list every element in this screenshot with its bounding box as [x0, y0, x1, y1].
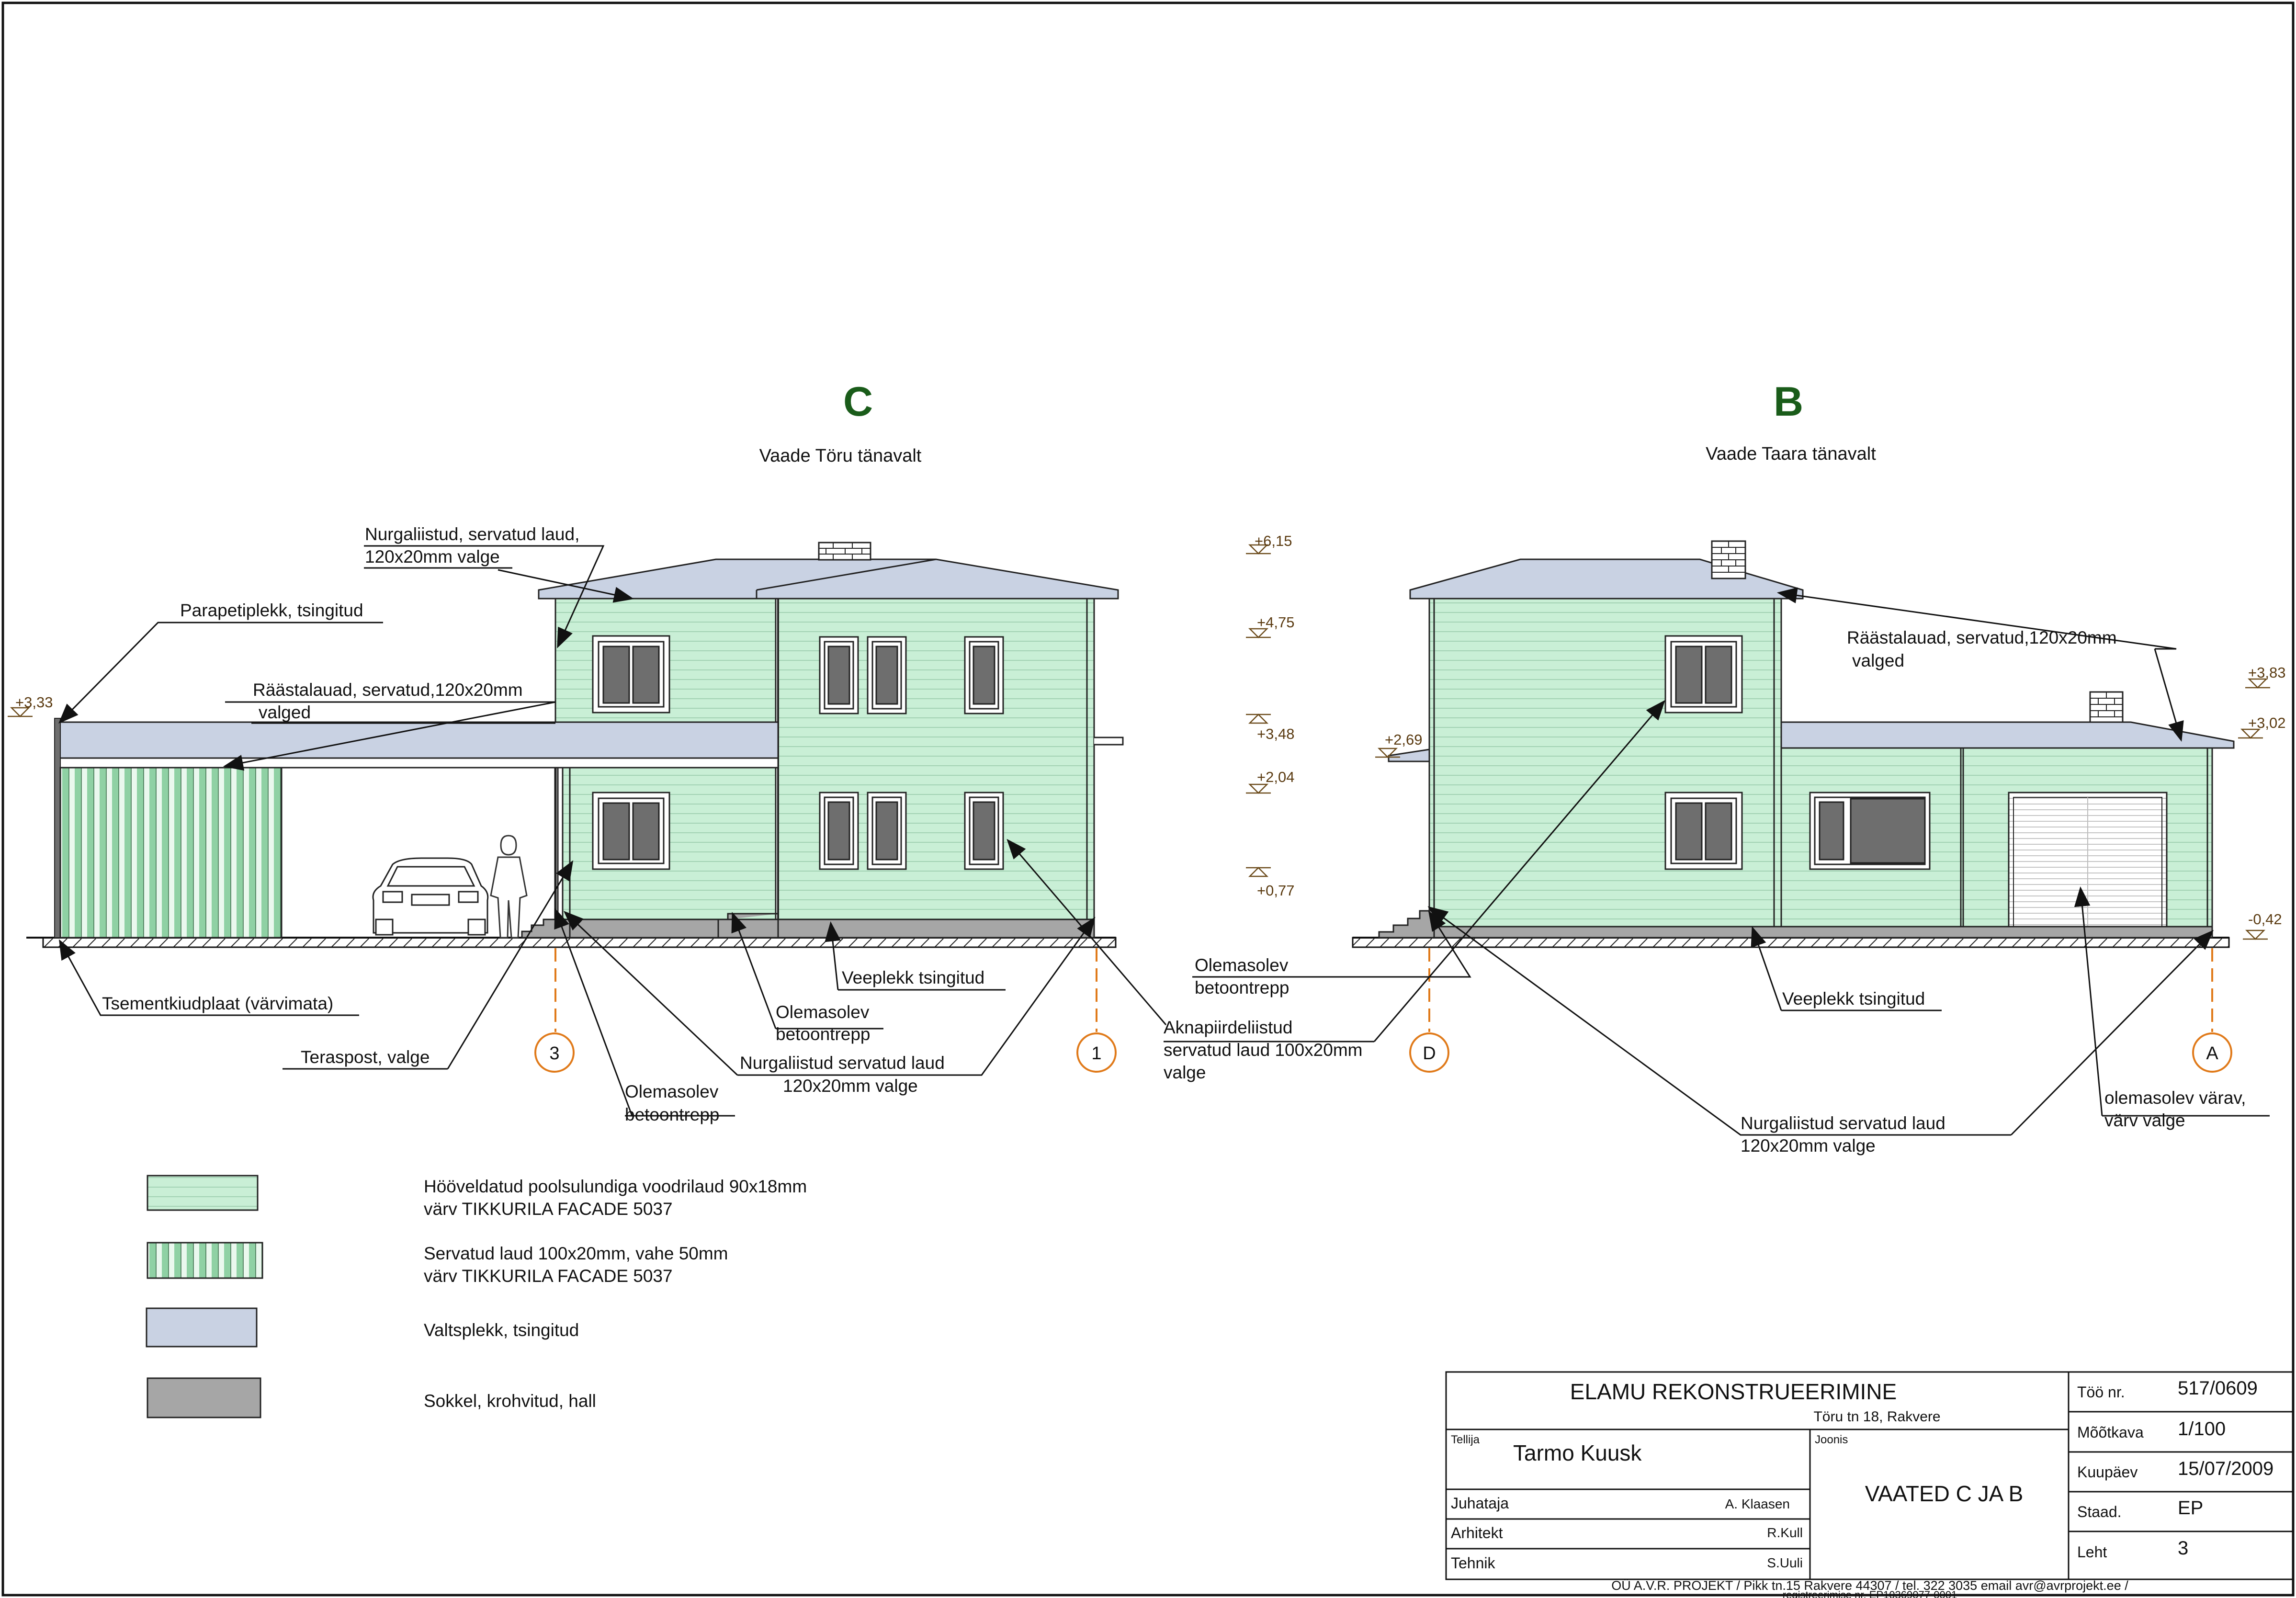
svg-text:Kuupäev: Kuupäev — [2077, 1463, 2138, 1481]
svg-text:valged: valged — [1852, 651, 1904, 670]
sheet-number: 3 — [2178, 1538, 2188, 1559]
svg-text:betoontrepp: betoontrepp — [1195, 978, 1289, 997]
view-b-subtitle: Vaade Taara tänavalt — [1706, 444, 1876, 464]
svg-text:Räästalauad, servatud,120x20mm: Räästalauad, servatud,120x20mm — [1847, 628, 2117, 647]
project-address: Töru tn 18, Rakvere — [1813, 1409, 1940, 1425]
axis-label-d: D — [1423, 1043, 1436, 1064]
c-carport-roof — [57, 721, 779, 759]
svg-text:Parapetiplekk, tsingitud: Parapetiplekk, tsingitud — [180, 601, 363, 620]
client-name: Tarmo Kuusk — [1513, 1440, 1642, 1465]
svg-text:+3,83: +3,83 — [2248, 664, 2285, 681]
svg-text:Tehnik: Tehnik — [1451, 1554, 1496, 1572]
legend-label-1b: värv TIKKURILA FACADE 5037 — [424, 1199, 673, 1219]
view-c-subtitle: Vaade Töru tänavalt — [759, 446, 922, 466]
svg-text:Olemasolev: Olemasolev — [1195, 955, 1289, 975]
title-block-texts: ELAMU REKONSTRUEERIMINE Töru tn 18, Rakv… — [1451, 1378, 2273, 1598]
b-wide-window — [1809, 792, 1931, 870]
svg-text:+2,69: +2,69 — [1385, 731, 1422, 748]
svg-text:120x20mm valge: 120x20mm valge — [783, 1076, 918, 1096]
svg-text:Tellija: Tellija — [1451, 1433, 1480, 1446]
svg-text:+4,75: +4,75 — [1257, 614, 1294, 631]
svg-text:A. Klaasen: A. Klaasen — [1725, 1496, 1790, 1511]
scale-value: 1/100 — [2178, 1418, 2226, 1439]
svg-text:Aknapiirdeliistud: Aknapiirdeliistud — [1164, 1018, 1292, 1037]
ground-hatch-b — [1352, 937, 2230, 948]
svg-text:Teraspost, valge: Teraspost, valge — [301, 1047, 430, 1067]
elevation-drawing-sheet: C Vaade Töru tänavalt 3 1 +6,15 +4,75 +3… — [1, 1, 2295, 1598]
svg-text:betoontrepp: betoontrepp — [776, 1024, 871, 1044]
axis-label-a: A — [2206, 1043, 2218, 1064]
date-value: 15/07/2009 — [2178, 1458, 2273, 1479]
svg-text:valge: valge — [1164, 1063, 1206, 1082]
svg-text:Arhitekt: Arhitekt — [1451, 1524, 1503, 1541]
svg-text:värv valge: värv valge — [2104, 1111, 2185, 1130]
svg-text:120x20mm valge: 120x20mm valge — [1741, 1136, 1876, 1156]
svg-text:Olemasolev: Olemasolev — [625, 1082, 719, 1101]
svg-text:+3,48: +3,48 — [1257, 725, 1294, 742]
legend-label-2b: värv TIKKURILA FACADE 5037 — [424, 1266, 673, 1286]
svg-text:+3,33: +3,33 — [15, 694, 53, 711]
svg-text:Töö nr.: Töö nr. — [2077, 1383, 2125, 1401]
b-plinth — [1433, 926, 2213, 939]
person-silhouette — [490, 835, 528, 939]
svg-text:valged: valged — [259, 703, 311, 722]
c-roof — [538, 558, 1119, 600]
view-b-elevation: B Vaade Taara tänavalt D A +2,69 +3,83 +… — [1164, 379, 2285, 1156]
drawing-name: VAATED C JA B — [1865, 1481, 2024, 1506]
footer-registration: registreerimise nr. EP10369077-0001 — [1783, 1589, 1957, 1598]
svg-text:Juhataja: Juhataja — [1451, 1495, 1509, 1512]
view-c-elevation: C Vaade Töru tänavalt 3 1 +6,15 +4,75 +3… — [7, 379, 1362, 1124]
svg-text:Veeplekk tsingitud: Veeplekk tsingitud — [1782, 989, 1925, 1009]
c-slatted-screen — [59, 767, 283, 939]
svg-text:Joonis: Joonis — [1815, 1433, 1848, 1446]
material-legend: Hööveldatud poolsulundiga voodrilaud 90x… — [146, 1175, 807, 1418]
svg-text:olemasolev värav,: olemasolev värav, — [2104, 1088, 2246, 1108]
svg-text:Olemasolev: Olemasolev — [776, 1002, 870, 1022]
b-stairs — [1378, 910, 1435, 939]
legend-label-4: Sokkel, krohvitud, hall — [424, 1391, 596, 1411]
svg-text:+3,02: +3,02 — [2248, 714, 2285, 731]
project-title: ELAMU REKONSTRUEERIMINE — [1570, 1379, 1897, 1404]
axis-label-1: 1 — [1091, 1043, 1101, 1064]
svg-text:Veeplekk tsingitud: Veeplekk tsingitud — [842, 968, 984, 987]
legend-label-3: Valtsplekk, tsingitud — [424, 1320, 579, 1340]
svg-text:Nurgaliistud servatud laud: Nurgaliistud servatud laud — [1741, 1113, 1945, 1133]
svg-text:S.Uuli: S.Uuli — [1767, 1555, 1803, 1570]
view-c-letter: C — [843, 379, 873, 425]
svg-text:-0,42: -0,42 — [2248, 911, 2282, 928]
svg-text:Räästalauad, servatud,120x20mm: Räästalauad, servatud,120x20mm — [253, 680, 523, 700]
svg-text:+2,04: +2,04 — [1257, 769, 1294, 785]
view-b-letter: B — [1774, 379, 1803, 425]
svg-text:Nurgaliistud, servatud laud,: Nurgaliistud, servatud laud, — [365, 524, 579, 544]
b-garage-roof — [1780, 721, 2235, 749]
svg-text:Tsementkiudplaat (värvimata): Tsementkiudplaat (värvimata) — [102, 994, 333, 1013]
legend-swatch-plinth — [147, 1377, 261, 1418]
svg-text:120x20mm valge: 120x20mm valge — [365, 547, 500, 567]
svg-text:betoontrepp: betoontrepp — [625, 1105, 720, 1124]
stage-value: EP — [2178, 1497, 2203, 1519]
ground-hatch-c — [42, 937, 1117, 948]
axis-label-3: 3 — [549, 1043, 559, 1064]
job-number: 517/0609 — [2178, 1378, 2258, 1399]
svg-text:+0,77: +0,77 — [1257, 882, 1294, 899]
svg-text:Nurgaliistud servatud laud: Nurgaliistud servatud laud — [740, 1053, 945, 1073]
legend-swatch-cladding — [147, 1175, 259, 1211]
svg-text:Leht: Leht — [2077, 1543, 2107, 1561]
svg-text:Staad.: Staad. — [2077, 1503, 2122, 1520]
svg-text:servatud laud 100x20mm: servatud laud 100x20mm — [1164, 1040, 1362, 1060]
legend-label-2a: Servatud laud 100x20mm, vahe 50mm — [424, 1244, 728, 1263]
svg-text:R.Kull: R.Kull — [1767, 1525, 1803, 1540]
legend-label-1a: Hööveldatud poolsulundiga voodrilaud 90x… — [424, 1177, 807, 1196]
legend-swatch-roof — [146, 1307, 258, 1348]
legend-swatch-slats — [147, 1242, 263, 1279]
car-silhouette — [372, 857, 489, 936]
svg-text:+6,15: +6,15 — [1255, 533, 1292, 549]
svg-text:Mõõtkava: Mõõtkava — [2077, 1424, 2144, 1441]
